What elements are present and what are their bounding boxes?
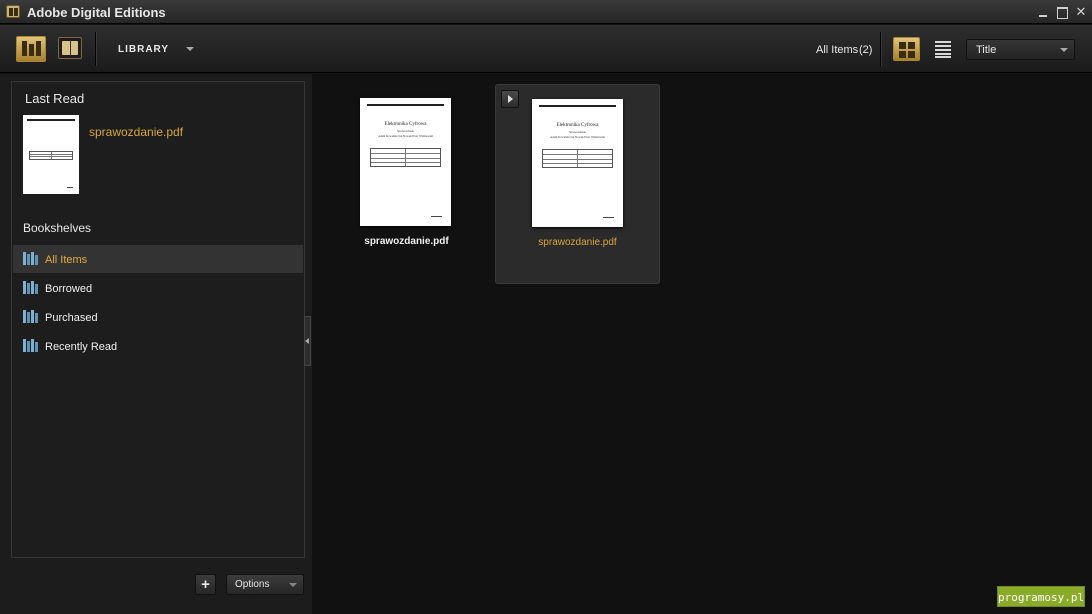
- grid-view-icon: [899, 42, 906, 49]
- library-view-icon: [22, 41, 27, 56]
- book-title: sprawozdanie.pdf: [364, 236, 449, 247]
- sidebar-area: Last Read sprawozdanie.pdf Bookshelves A…: [0, 74, 312, 614]
- app-window: Adobe Digital Editions ✕ LIBRARY All Ite…: [0, 0, 1092, 614]
- options-label: Options: [235, 579, 270, 590]
- watermark-badge: programosy.pl: [997, 586, 1085, 607]
- library-grid: Elektronika Cyfrowa Sprawozdanie Adam Ko…: [313, 74, 1092, 614]
- title-bar: Adobe Digital Editions ✕: [0, 0, 1092, 24]
- library-view-button[interactable]: [16, 36, 46, 62]
- shelf-label: Purchased: [45, 312, 98, 324]
- window-title: Adobe Digital Editions: [27, 5, 166, 20]
- book-item[interactable]: Elektronika Cyfrowa Sprawozdanie Adam Ko…: [495, 84, 660, 284]
- shelf-item-recently-read[interactable]: Recently Read: [13, 332, 303, 360]
- toolbar-divider: [95, 32, 96, 66]
- shelf-item-all-items[interactable]: All Items: [13, 245, 303, 273]
- chevron-down-icon: [1060, 48, 1068, 52]
- shelf-item-purchased[interactable]: Purchased: [13, 303, 303, 331]
- sort-value: Title: [976, 44, 997, 56]
- reading-view-button[interactable]: [58, 37, 82, 59]
- book-app-icon: [6, 5, 20, 18]
- sort-dropdown[interactable]: Title: [966, 39, 1075, 60]
- book-cover[interactable]: Elektronika Cyfrowa Sprawozdanie Adam Ko…: [360, 98, 451, 226]
- minimize-button[interactable]: [1035, 4, 1051, 20]
- shelf-label: Borrowed: [45, 283, 93, 295]
- last-read-heading: Last Read: [25, 91, 85, 106]
- last-read-thumbnail[interactable]: [23, 115, 79, 194]
- add-bookshelf-button[interactable]: +: [195, 574, 216, 595]
- toolbar-divider: [880, 32, 881, 66]
- shelf-label: Recently Read: [45, 341, 118, 353]
- book-item[interactable]: Elektronika Cyfrowa Sprawozdanie Adam Ko…: [324, 84, 489, 284]
- section-label[interactable]: LIBRARY: [118, 44, 169, 55]
- chevron-down-icon: [289, 583, 297, 587]
- sidebar-panel: Last Read sprawozdanie.pdf Bookshelves A…: [11, 81, 305, 558]
- bookshelf-icon: [23, 309, 39, 323]
- bookshelf-icon: [23, 251, 39, 265]
- bookshelf-icon: [23, 338, 39, 352]
- maximize-button[interactable]: [1054, 4, 1070, 20]
- shelf-label: All Items: [45, 254, 88, 266]
- bookshelf-icon: [23, 280, 39, 294]
- book-cover[interactable]: Elektronika Cyfrowa Sprawozdanie Adam Ko…: [532, 99, 623, 227]
- play-icon[interactable]: [501, 90, 519, 108]
- chevron-down-icon[interactable]: [186, 47, 194, 51]
- watermark-text: programosy.pl: [998, 591, 1085, 604]
- item-count: (2): [859, 44, 873, 56]
- book-title: sprawozdanie.pdf: [538, 237, 617, 248]
- close-button[interactable]: ✕: [1073, 4, 1089, 20]
- options-dropdown[interactable]: Options: [226, 574, 304, 595]
- bookshelves-heading: Bookshelves: [23, 221, 92, 235]
- grid-view-button[interactable]: [893, 37, 920, 61]
- toolbar: LIBRARY All Items (2) Title: [0, 25, 1092, 73]
- list-view-button[interactable]: [935, 40, 951, 58]
- shelf-item-borrowed[interactable]: Borrowed: [13, 274, 303, 302]
- filter-label: All Items: [816, 44, 859, 56]
- sidebar-collapse-handle[interactable]: [304, 316, 311, 366]
- last-read-title-link[interactable]: sprawozdanie.pdf: [89, 125, 183, 139]
